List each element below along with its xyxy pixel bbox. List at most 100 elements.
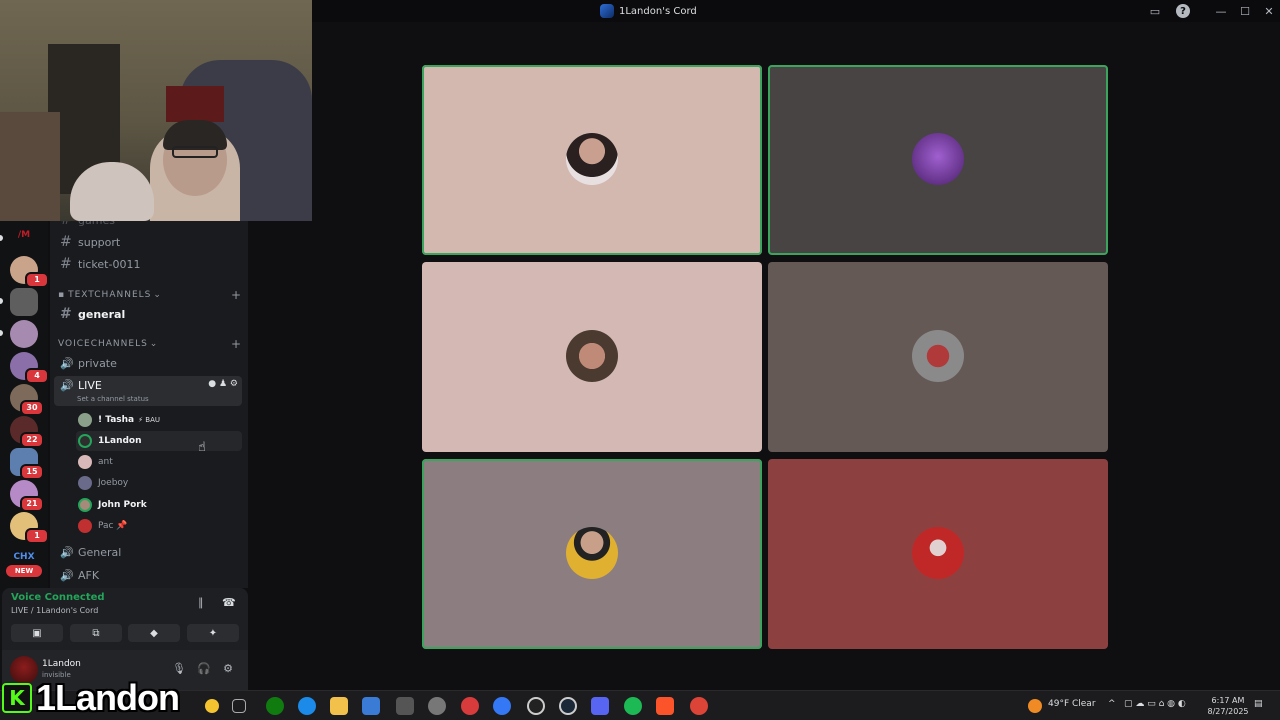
hash-icon: # bbox=[60, 306, 72, 322]
channel-name: LIVE bbox=[78, 379, 102, 392]
tray-icons[interactable]: ▢ ☁ ▭ ⌂ ◍ ◐ bbox=[1124, 699, 1186, 709]
server-icon-4[interactable] bbox=[10, 320, 38, 348]
channel-actions: ● ♟ ⚙ bbox=[208, 379, 238, 389]
maximize-button[interactable]: ☐ bbox=[1236, 3, 1254, 19]
minimize-button[interactable]: — bbox=[1212, 3, 1230, 19]
new-badge: NEW bbox=[6, 565, 42, 577]
voice-user-name: 1Landon bbox=[98, 436, 142, 446]
voice-user[interactable]: ! Tasha ⚡ BAU bbox=[76, 410, 242, 430]
voice-user-name: Pac 📌 bbox=[98, 521, 128, 531]
voice-user-name: Joeboy bbox=[98, 478, 129, 488]
voice-location[interactable]: LIVE / 1Landon's Cord bbox=[11, 606, 98, 615]
camera-button[interactable]: ▣ bbox=[11, 624, 63, 642]
voice-user[interactable]: Joeboy bbox=[76, 473, 242, 493]
video-off-icon: ▣ bbox=[32, 627, 42, 639]
soundboard-button[interactable]: ✦ bbox=[187, 624, 239, 642]
mention-badge: 4 bbox=[25, 368, 49, 384]
video-tile[interactable] bbox=[768, 459, 1108, 649]
voice-user[interactable]: 1Landon bbox=[76, 431, 242, 451]
channel-name: ticket-0011 bbox=[78, 257, 141, 271]
voice-channel-general[interactable]: 🔊 General bbox=[54, 542, 242, 562]
mic-icon[interactable]: 🎙 bbox=[172, 662, 186, 676]
app-icon[interactable] bbox=[493, 697, 511, 715]
channel-name: AFK bbox=[78, 568, 100, 582]
weather-icon[interactable] bbox=[1028, 699, 1042, 713]
voice-user[interactable]: ant bbox=[76, 452, 242, 472]
voice-channel-private[interactable]: 🔊 private bbox=[54, 353, 242, 373]
app-icon[interactable] bbox=[461, 697, 479, 715]
unread-pill bbox=[0, 330, 3, 336]
screen-share-button[interactable]: ⧉ bbox=[70, 624, 122, 642]
streamer-name: 1Landon bbox=[36, 677, 180, 718]
mention-badge: 15 bbox=[20, 464, 44, 480]
discord-icon[interactable] bbox=[591, 697, 609, 715]
create-channel-icon[interactable]: + bbox=[231, 288, 242, 302]
video-tile[interactable] bbox=[422, 262, 762, 452]
avatar bbox=[78, 519, 92, 533]
avatar bbox=[912, 527, 964, 579]
voice-channel-afk[interactable]: 🔊 AFK bbox=[54, 565, 242, 585]
channel-support[interactable]: # support bbox=[54, 232, 242, 252]
server-icon-mc[interactable]: /M bbox=[10, 230, 38, 240]
category-text-channels[interactable]: ▪ TEXTCHANNELS ⌄ + bbox=[58, 288, 242, 302]
spotify-icon[interactable] bbox=[624, 697, 642, 715]
voice-user[interactable]: Pac 📌 bbox=[76, 516, 242, 536]
avatar bbox=[566, 527, 618, 579]
settings-icon[interactable] bbox=[428, 697, 446, 715]
mouse-cursor-icon: ☝ bbox=[198, 440, 206, 455]
voice-user-name: ant bbox=[98, 457, 113, 467]
notification-icon[interactable]: ▤ bbox=[1254, 699, 1263, 709]
gear-icon[interactable]: ⚙ bbox=[221, 662, 235, 676]
channel-name: general bbox=[78, 307, 126, 321]
edge-icon[interactable] bbox=[298, 697, 316, 715]
channel-ticket[interactable]: # ticket-0011 bbox=[54, 254, 242, 274]
activity-button[interactable]: ◆ bbox=[128, 624, 180, 642]
weather-text[interactable]: 49°F Clear bbox=[1048, 699, 1096, 709]
task-view-icon[interactable] bbox=[232, 699, 246, 713]
gear-icon[interactable]: ⚙ bbox=[230, 379, 238, 389]
chat-bubble-icon[interactable]: ● bbox=[208, 379, 216, 389]
xbox-icon[interactable] bbox=[266, 697, 284, 715]
disconnect-icon[interactable]: ☎ bbox=[222, 596, 236, 609]
video-tile[interactable] bbox=[422, 65, 762, 255]
inbox-icon[interactable]: ▭ bbox=[1146, 3, 1164, 19]
voice-status[interactable]: Voice Connected bbox=[11, 592, 105, 603]
store-icon[interactable] bbox=[362, 697, 380, 715]
obs-icon[interactable] bbox=[527, 697, 545, 715]
create-channel-icon[interactable]: + bbox=[231, 337, 242, 351]
window-title: 1Landon's Cord bbox=[600, 3, 697, 19]
webcam-overlay bbox=[0, 0, 312, 221]
add-member-icon[interactable]: ♟ bbox=[219, 379, 227, 389]
help-icon[interactable]: ? bbox=[1176, 4, 1190, 18]
steam-icon[interactable] bbox=[559, 697, 577, 715]
server-icon-chx[interactable]: CHX bbox=[10, 552, 38, 562]
avatar bbox=[912, 133, 964, 185]
file-explorer-icon[interactable] bbox=[330, 697, 348, 715]
channel-general[interactable]: # general bbox=[54, 304, 242, 324]
unread-pill bbox=[0, 235, 3, 241]
chrome-icon[interactable] bbox=[690, 697, 708, 715]
channel-status-prompt[interactable]: Set a channel status bbox=[77, 395, 149, 403]
brave-icon[interactable] bbox=[656, 697, 674, 715]
noise-suppression-icon[interactable]: ∥ bbox=[198, 596, 204, 609]
video-tile[interactable] bbox=[768, 262, 1108, 452]
close-button[interactable]: ✕ bbox=[1260, 3, 1278, 19]
server-icon-3[interactable] bbox=[10, 288, 38, 316]
calculator-icon[interactable] bbox=[396, 697, 414, 715]
avatar bbox=[78, 455, 92, 469]
hash-icon: # bbox=[60, 256, 72, 272]
headset-icon[interactable]: 🎧 bbox=[197, 662, 211, 676]
gamepad-icon: ◆ bbox=[150, 627, 158, 639]
chat-icon: ▪ bbox=[58, 290, 66, 300]
video-tile[interactable] bbox=[422, 459, 762, 649]
speaker-lock-icon: 🔊 bbox=[60, 356, 74, 370]
user-name[interactable]: 1Landon bbox=[42, 659, 81, 669]
category-voice-channels[interactable]: VOICECHANNELS ⌄ + bbox=[58, 337, 242, 351]
voice-user[interactable]: John Pork bbox=[76, 495, 242, 515]
avatar bbox=[78, 498, 92, 512]
clock[interactable]: 6:17 AM 8/27/2025 bbox=[1204, 695, 1252, 717]
widgets-icon[interactable] bbox=[205, 699, 219, 713]
tray-chevron-icon[interactable]: ^ bbox=[1108, 699, 1116, 709]
video-tile[interactable] bbox=[768, 65, 1108, 255]
clock-time: 6:17 AM bbox=[1211, 696, 1245, 705]
